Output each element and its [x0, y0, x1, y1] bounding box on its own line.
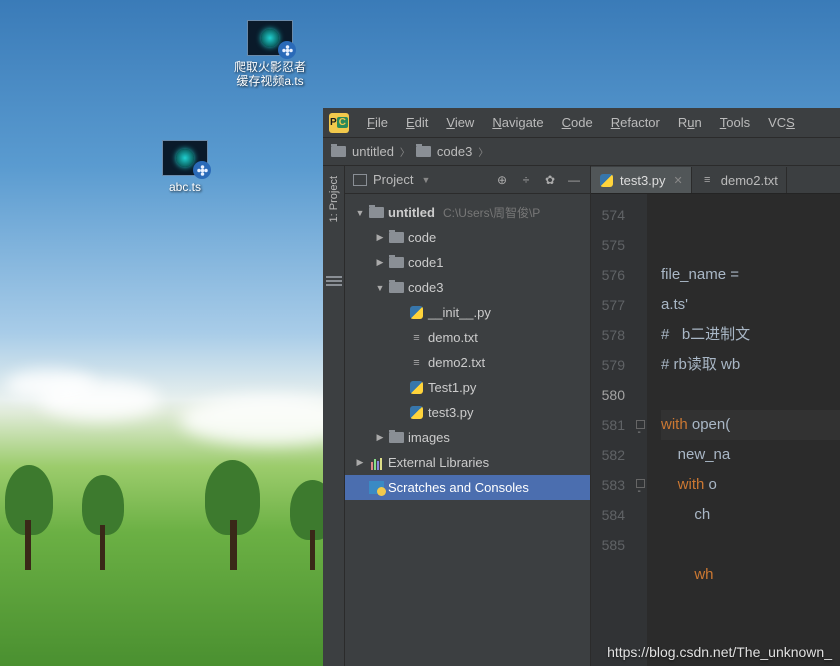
tree-node-code3[interactable]: code3: [345, 275, 590, 300]
watermark: https://blog.csdn.net/The_unknown_: [607, 644, 832, 660]
menu-file[interactable]: File: [359, 115, 396, 130]
folder-icon: [389, 232, 404, 243]
python-file-icon: [409, 406, 424, 420]
tool-window-bar: 1: Project: [323, 166, 345, 666]
folder-icon: [389, 432, 404, 443]
editor-tab-test3[interactable]: test3.py ✕: [591, 167, 692, 193]
menu-vcs[interactable]: VCS: [760, 115, 803, 130]
tree-node-code1[interactable]: code1: [345, 250, 590, 275]
menu-code[interactable]: Code: [554, 115, 601, 130]
tree-file-demo[interactable]: demo.txt: [345, 325, 590, 350]
tree-external-libs[interactable]: External Libraries: [345, 450, 590, 475]
chevron-down-icon[interactable]: ▼: [421, 175, 430, 185]
menu-refactor[interactable]: Refactor: [603, 115, 668, 130]
menu-navigate[interactable]: Navigate: [484, 115, 551, 130]
video-file-icon: [162, 140, 208, 176]
code-lines[interactable]: file_name = a.ts' # b二进制文 # rb读取 wb with…: [647, 194, 840, 666]
python-file-icon: [409, 306, 424, 320]
pycharm-window: PC File Edit View Navigate Code Refactor…: [323, 108, 840, 666]
project-panel-title: Project: [373, 172, 413, 187]
tree-file-demo2[interactable]: demo2.txt: [345, 350, 590, 375]
tree-decor: [230, 520, 237, 570]
breadcrumb-item[interactable]: untitled: [352, 144, 394, 159]
desktop-icon-label: abc.ts: [169, 180, 201, 194]
menubar: PC File Edit View Navigate Code Refactor…: [323, 108, 840, 138]
locate-icon[interactable]: ⊕: [494, 173, 510, 187]
editor-tab-demo2[interactable]: demo2.txt: [692, 167, 787, 193]
menu-edit[interactable]: Edit: [398, 115, 436, 130]
python-file-icon: [409, 381, 424, 395]
gear-icon[interactable]: ✿: [542, 173, 558, 187]
cloud-decor: [5, 370, 95, 400]
fold-gutter: [633, 194, 647, 666]
tree-file-test1[interactable]: Test1.py: [345, 375, 590, 400]
code-editor[interactable]: 574 575 576 577 578 579 580 581 582 583 …: [591, 194, 840, 666]
folder-icon: [369, 207, 384, 218]
tree-scratches[interactable]: Scratches and Consoles: [345, 475, 590, 500]
editor-tab-bar: test3.py ✕ demo2.txt: [591, 166, 840, 194]
tree-decor: [100, 525, 105, 570]
chevron-right-icon: 〉: [400, 144, 410, 159]
project-tool-tab[interactable]: 1: Project: [328, 172, 340, 226]
tree-node-images[interactable]: images: [345, 425, 590, 450]
collapse-icon[interactable]: ÷: [518, 173, 534, 187]
tree-file-test3[interactable]: test3.py: [345, 400, 590, 425]
chevron-right-icon: 〉: [478, 144, 488, 159]
folder-icon: [331, 146, 346, 157]
project-view-icon: [353, 174, 367, 186]
desktop-icon-label: 爬取火影忍者缓存视频a.ts: [234, 60, 306, 88]
project-tree: untitled C:\Users\周智俊\P code code1 code3: [345, 194, 590, 506]
folder-icon: [389, 282, 404, 293]
close-icon[interactable]: ✕: [674, 174, 683, 187]
desktop-icon-video1[interactable]: 爬取火影忍者缓存视频a.ts: [230, 20, 310, 88]
project-panel: Project ▼ ⊕ ÷ ✿ — untitled C:\Users\周智俊\…: [345, 166, 591, 666]
tree-node-code[interactable]: code: [345, 225, 590, 250]
menu-run[interactable]: Run: [670, 115, 710, 130]
video-file-icon: [247, 20, 293, 56]
text-file-icon: [409, 356, 424, 370]
menu-view[interactable]: View: [438, 115, 482, 130]
breadcrumb-item[interactable]: code3: [437, 144, 472, 159]
text-file-icon: [409, 331, 424, 345]
tree-node-root[interactable]: untitled C:\Users\周智俊\P: [345, 200, 590, 225]
tree-file-init[interactable]: __init__.py: [345, 300, 590, 325]
folder-icon: [416, 146, 431, 157]
python-file-icon: [599, 173, 614, 187]
editor-panel: test3.py ✕ demo2.txt 574 575 576 577 578…: [591, 166, 840, 666]
project-panel-header: Project ▼ ⊕ ÷ ✿ —: [345, 166, 590, 194]
app-icon: PC: [329, 113, 349, 133]
text-file-icon: [700, 173, 715, 187]
hide-icon[interactable]: —: [566, 173, 582, 187]
menu-tools[interactable]: Tools: [712, 115, 758, 130]
library-icon: [369, 456, 384, 470]
tree-decor: [310, 530, 315, 570]
breadcrumb: untitled 〉 code3 〉: [323, 138, 840, 166]
tree-decor: [25, 520, 31, 570]
line-gutter: 574 575 576 577 578 579 580 581 582 583 …: [591, 194, 633, 666]
folder-icon: [389, 257, 404, 268]
desktop-icon-video2[interactable]: abc.ts: [145, 140, 225, 194]
scratches-icon: [369, 481, 384, 494]
structure-tool-tab[interactable]: [326, 276, 342, 290]
